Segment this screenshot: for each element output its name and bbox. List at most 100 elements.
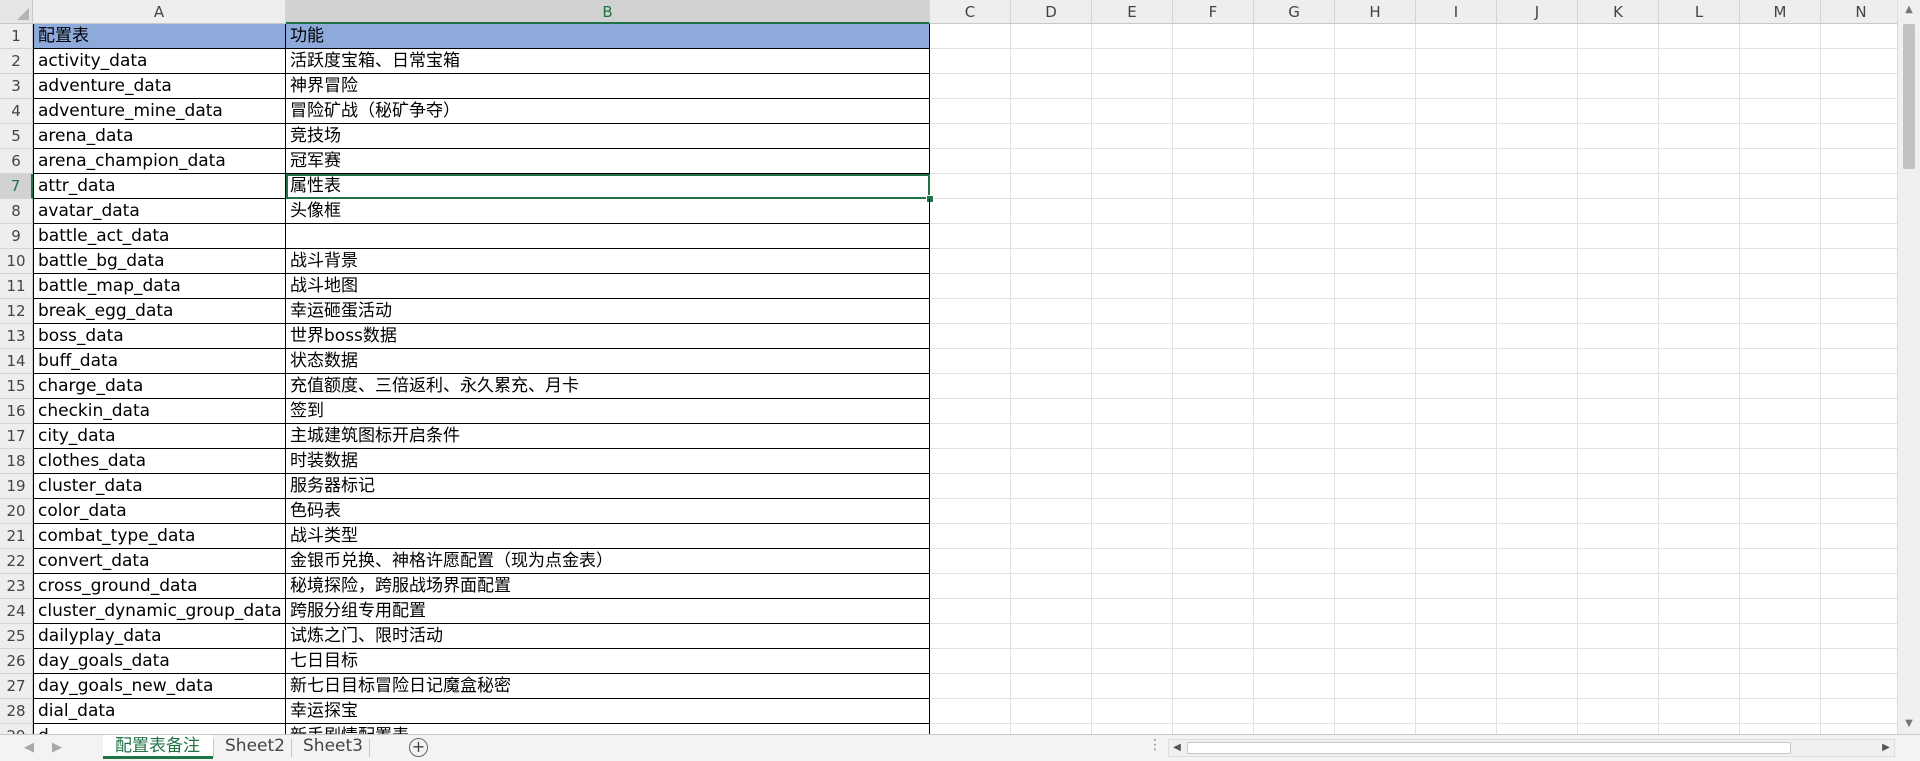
column-header-l[interactable]: L (1659, 0, 1740, 24)
triangle-right-icon[interactable]: ▶ (48, 739, 66, 757)
cell-function-desc[interactable]: 活跃度宝箱、日常宝箱 (286, 49, 930, 74)
cell-config-name[interactable]: cross_ground_data (33, 574, 286, 599)
cell-function-desc[interactable]: 冒险矿战（秘矿争夺） (286, 99, 930, 124)
row-header[interactable]: 6 (0, 149, 33, 174)
cell-config-name[interactable]: day_goals_new_data (33, 674, 286, 699)
column-header-c[interactable]: C (930, 0, 1011, 24)
cell-function-desc[interactable]: 新手剧情配置表 (286, 724, 930, 734)
column-header-m[interactable]: M (1740, 0, 1821, 24)
cell-config-name[interactable]: city_data (33, 424, 286, 449)
cell-function-desc[interactable]: 竞技场 (286, 124, 930, 149)
cell-function-desc[interactable]: 签到 (286, 399, 930, 424)
cell-config-name[interactable]: adventure_mine_data (33, 99, 286, 124)
sheet-tab-1[interactable]: 配置表备注 (103, 735, 213, 759)
column-header-i[interactable]: I (1416, 0, 1497, 24)
cell-config-name[interactable]: clothes_data (33, 449, 286, 474)
cell-config-name[interactable]: cluster_data (33, 474, 286, 499)
column-header-d[interactable]: D (1011, 0, 1092, 24)
header-cell-function[interactable]: 功能 (286, 24, 930, 49)
cell-config-name[interactable]: dial_data (33, 699, 286, 724)
spreadsheet-grid[interactable]: ABCDEFGHIJKLMN 1 2 3 4 5 6 7 8 9 10 11 12 13 14 15 16 17… (0, 0, 1897, 734)
cell-config-name[interactable]: arena_data (33, 124, 286, 149)
cell-function-desc[interactable]: 头像框 (286, 199, 930, 224)
row-header[interactable]: 27 (0, 674, 33, 699)
horizontal-scroll-thumb[interactable] (1187, 742, 1791, 754)
column-header-j[interactable]: J (1497, 0, 1578, 24)
column-header-a[interactable]: A (33, 0, 286, 24)
cell-config-name[interactable]: d (33, 724, 286, 734)
column-header-k[interactable]: K (1578, 0, 1659, 24)
scroll-up-icon[interactable]: ▲ (1898, 0, 1920, 20)
row-header[interactable]: 2 (0, 49, 33, 74)
sheet-tab-2[interactable]: Sheet2 (213, 735, 291, 759)
scroll-left-icon[interactable]: ◀ (1169, 740, 1185, 756)
row-header[interactable]: 25 (0, 624, 33, 649)
cell-function-desc[interactable]: 试炼之门、限时活动 (286, 624, 930, 649)
cell-function-desc[interactable]: 主城建筑图标开启条件 (286, 424, 930, 449)
column-header-n[interactable]: N (1821, 0, 1897, 24)
column-header-b[interactable]: B (286, 0, 930, 24)
row-header[interactable]: 8 (0, 199, 33, 224)
cell-config-name[interactable]: cluster_dynamic_group_data (33, 599, 286, 624)
cell-function-desc[interactable]: 世界boss数据 (286, 324, 930, 349)
cell-function-desc[interactable]: 充值额度、三倍返利、永久累充、月卡 (286, 374, 930, 399)
cell-function-desc[interactable]: 金银币兑换、神格许愿配置（现为点金表） (286, 549, 930, 574)
active-cell[interactable]: 属性表 (286, 174, 930, 199)
row-header[interactable]: 24 (0, 599, 33, 624)
row-header[interactable]: 17 (0, 424, 33, 449)
cell-function-desc[interactable]: 新七日目标冒险日记魔盒秘密 (286, 674, 930, 699)
row-header[interactable]: 4 (0, 99, 33, 124)
cell-config-name[interactable]: adventure_data (33, 74, 286, 99)
row-header[interactable]: 1 (0, 24, 33, 49)
split-handle-icon[interactable]: ⋮ (1148, 737, 1162, 753)
row-header[interactable]: 15 (0, 374, 33, 399)
cell-config-name[interactable]: day_goals_data (33, 649, 286, 674)
cell-function-desc[interactable]: 时装数据 (286, 449, 930, 474)
cell-config-name[interactable]: battle_bg_data (33, 249, 286, 274)
cell-config-name[interactable]: convert_data (33, 549, 286, 574)
row-header[interactable]: 13 (0, 324, 33, 349)
cell-config-name[interactable]: charge_data (33, 374, 286, 399)
column-header-g[interactable]: G (1254, 0, 1335, 24)
column-header-f[interactable]: F (1173, 0, 1254, 24)
cell-function-desc[interactable]: 战斗地图 (286, 274, 930, 299)
row-header[interactable]: 26 (0, 649, 33, 674)
cell-config-name[interactable]: dailyplay_data (33, 624, 286, 649)
vertical-scrollbar[interactable]: ▲ ▼ (1897, 0, 1920, 734)
cell-function-desc[interactable]: 战斗背景 (286, 249, 930, 274)
cell-config-name[interactable]: combat_type_data (33, 524, 286, 549)
cell-function-desc[interactable]: 神界冒险 (286, 74, 930, 99)
row-header[interactable]: 29 (0, 724, 33, 734)
row-header[interactable]: 10 (0, 249, 33, 274)
row-header[interactable]: 11 (0, 274, 33, 299)
cell-config-name[interactable]: avatar_data (33, 199, 286, 224)
row-header[interactable]: 23 (0, 574, 33, 599)
row-header[interactable]: 7 (0, 174, 33, 199)
add-sheet-button[interactable]: + (409, 738, 428, 757)
row-header[interactable]: 14 (0, 349, 33, 374)
cell-config-name[interactable]: buff_data (33, 349, 286, 374)
cell-function-desc[interactable]: 状态数据 (286, 349, 930, 374)
cell-function-desc[interactable]: 跨服分组专用配置 (286, 599, 930, 624)
row-header[interactable]: 18 (0, 449, 33, 474)
cell-function-desc[interactable]: 色码表 (286, 499, 930, 524)
column-header-e[interactable]: E (1092, 0, 1173, 24)
scroll-right-icon[interactable]: ▶ (1878, 740, 1894, 756)
row-header[interactable]: 3 (0, 74, 33, 99)
cell-function-desc[interactable]: 战斗类型 (286, 524, 930, 549)
cell-config-name[interactable]: battle_act_data (33, 224, 286, 249)
row-header[interactable]: 9 (0, 224, 33, 249)
cell-config-name[interactable]: battle_map_data (33, 274, 286, 299)
vertical-scroll-thumb[interactable] (1903, 24, 1915, 169)
cell-config-name[interactable]: boss_data (33, 324, 286, 349)
cell-config-name[interactable]: checkin_data (33, 399, 286, 424)
cell-config-name[interactable]: break_egg_data (33, 299, 286, 324)
cell-config-name[interactable]: arena_champion_data (33, 149, 286, 174)
cell-function-desc[interactable]: 七日目标 (286, 649, 930, 674)
cell-config-name[interactable]: attr_data (33, 174, 286, 199)
cell-config-name[interactable]: activity_data (33, 49, 286, 74)
cell-function-desc[interactable]: 服务器标记 (286, 474, 930, 499)
header-cell-config-table[interactable]: 配置表 (33, 24, 286, 49)
column-header-h[interactable]: H (1335, 0, 1416, 24)
sheet-tab-3[interactable]: Sheet3 (291, 735, 369, 759)
